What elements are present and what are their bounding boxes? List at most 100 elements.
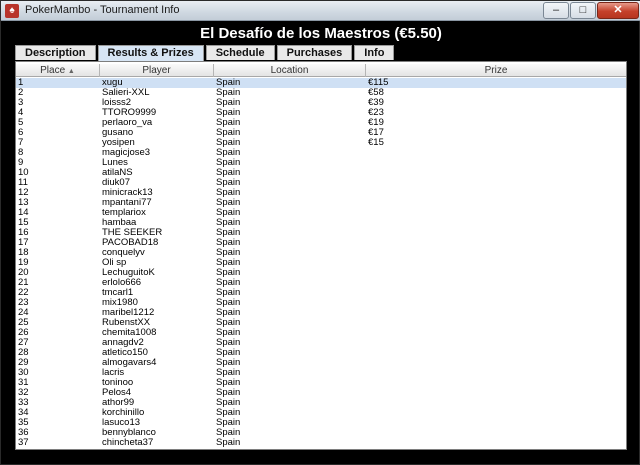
cell-place: 6 <box>18 128 24 138</box>
column-header-location[interactable]: Location <box>214 64 366 77</box>
table-row[interactable]: 29 almogavars4 Spain <box>16 358 626 368</box>
cell-location: Spain <box>216 298 241 308</box>
table-row[interactable]: 23 mix1980 Spain <box>16 298 626 308</box>
table-row[interactable]: 8 magicjose3 Spain <box>16 148 626 158</box>
table-row[interactable]: 33 athor99 Spain <box>16 398 626 408</box>
cell-prize: €15 <box>368 138 384 148</box>
table-row[interactable]: 6 gusano Spain €17 <box>16 128 626 138</box>
table-row[interactable]: 11 diuk07 Spain <box>16 178 626 188</box>
tab-description[interactable]: Description <box>15 45 96 60</box>
table-row[interactable]: 13 mpantani77 Spain <box>16 198 626 208</box>
cell-place: 7 <box>18 138 24 148</box>
table-row[interactable]: 25 RubenstXX Spain <box>16 318 626 328</box>
table-row[interactable]: 32 Pelos4 Spain <box>16 388 626 398</box>
tab-bar: Description Results & Prizes Schedule Purch… <box>15 45 396 61</box>
cell-prize: €17 <box>368 128 384 138</box>
tournament-info-window: ♠ PokerMambo - Tournament Info – □ ✕ El … <box>0 0 640 465</box>
tab-purchases[interactable]: Purchases <box>276 45 353 60</box>
cell-player: chincheta37 <box>102 438 154 448</box>
minimize-button[interactable]: – <box>543 2 569 19</box>
table-row[interactable]: 36 bennyblanco Spain <box>16 428 626 438</box>
table-row[interactable]: 9 Lunes Spain <box>16 158 626 168</box>
cell-location: Spain <box>216 168 241 178</box>
table-row[interactable]: 10 atilaNS Spain <box>16 168 626 178</box>
maximize-button[interactable]: □ <box>570 2 596 19</box>
cell-location: Spain <box>216 208 241 218</box>
tab-results-prizes[interactable]: Results & Prizes <box>97 45 204 61</box>
table-row[interactable]: 7 yosipen Spain €15 <box>16 138 626 148</box>
tab-info[interactable]: Info <box>354 45 395 60</box>
results-table-body: 1 xugu Spain €115 2 Salieri-XXL Spain €58 3 loiss… <box>16 78 626 448</box>
cell-player: diuk07 <box>102 178 130 188</box>
cell-player: chemita1008 <box>102 328 157 338</box>
cell-player: templariox <box>102 208 146 218</box>
table-row[interactable]: 37 chincheta37 Spain <box>16 438 626 448</box>
cell-location: Spain <box>216 318 241 328</box>
table-row[interactable]: 19 Oli sp Spain <box>16 258 626 268</box>
cell-place: 16 <box>18 228 29 238</box>
cell-location: Spain <box>216 128 241 138</box>
cell-place: 1 <box>18 78 24 88</box>
cell-location: Spain <box>216 388 241 398</box>
cell-player: yosipen <box>102 138 135 148</box>
table-row[interactable]: 1 xugu Spain €115 <box>16 78 626 88</box>
cell-prize: €23 <box>368 108 384 118</box>
cell-place: 9 <box>18 158 24 168</box>
cell-player: THE SEEKER <box>102 228 163 238</box>
cell-place: 11 <box>18 178 28 188</box>
title-bar[interactable]: ♠ PokerMambo - Tournament Info – □ ✕ <box>1 1 640 21</box>
cell-place: 31 <box>18 378 29 388</box>
table-row[interactable]: 15 hambaa Spain <box>16 218 626 228</box>
cell-place: 18 <box>18 248 29 258</box>
cell-player: almogavars4 <box>102 358 157 368</box>
cell-player: erlolo666 <box>102 278 142 288</box>
cell-player: Pelos4 <box>102 388 132 398</box>
table-row[interactable]: 2 Salieri-XXL Spain €58 <box>16 88 626 98</box>
table-row[interactable]: 28 atletico150 Spain <box>16 348 626 358</box>
table-row[interactable]: 31 toninoo Spain <box>16 378 626 388</box>
cell-location: Spain <box>216 118 241 128</box>
table-row[interactable]: 26 chemita1008 Spain <box>16 328 626 338</box>
cell-location: Spain <box>216 408 241 418</box>
table-row[interactable]: 22 tmcarl1 Spain <box>16 288 626 298</box>
close-button[interactable]: ✕ <box>597 2 639 19</box>
cell-player: TTORO9999 <box>102 108 157 118</box>
table-row[interactable]: 18 conquelyv Spain <box>16 248 626 258</box>
cell-location: Spain <box>216 398 241 408</box>
table-row[interactable]: 17 PACOBAD18 Spain <box>16 238 626 248</box>
table-row[interactable]: 24 maribel1212 Spain <box>16 308 626 318</box>
column-header-player[interactable]: Player <box>100 64 214 77</box>
cell-player: RubenstXX <box>102 318 151 328</box>
cell-location: Spain <box>216 218 241 228</box>
cell-location: Spain <box>216 148 241 158</box>
column-header-place[interactable]: Place ▲ <box>16 64 100 77</box>
table-row[interactable]: 21 erlolo666 Spain <box>16 278 626 288</box>
cell-place: 32 <box>18 388 29 398</box>
table-row[interactable]: 4 TTORO9999 Spain €23 <box>16 108 626 118</box>
table-row[interactable]: 35 lasuco13 Spain <box>16 418 626 428</box>
column-header-prize[interactable]: Prize <box>366 64 626 77</box>
table-row[interactable]: 34 korchinillo Spain <box>16 408 626 418</box>
tab-schedule[interactable]: Schedule <box>205 45 275 60</box>
table-row[interactable]: 5 perlaoro_va Spain €19 <box>16 118 626 128</box>
cell-place: 17 <box>18 238 29 248</box>
table-row[interactable]: 16 THE SEEKER Spain <box>16 228 626 238</box>
cell-player: maribel1212 <box>102 308 155 318</box>
cell-prize: €115 <box>368 78 389 88</box>
cell-place: 19 <box>18 258 29 268</box>
table-row[interactable]: 27 annagdv2 Spain <box>16 338 626 348</box>
table-row[interactable]: 14 templariox Spain <box>16 208 626 218</box>
tournament-heading: El Desafío de los Maestros (€5.50) <box>200 25 442 42</box>
cell-location: Spain <box>216 438 241 448</box>
cell-place: 37 <box>18 438 29 448</box>
cell-player: gusano <box>102 128 134 138</box>
cell-place: 5 <box>18 118 24 128</box>
table-row[interactable]: 3 loisss2 Spain €39 <box>16 98 626 108</box>
cell-player: bennyblanco <box>102 428 156 438</box>
table-row[interactable]: 12 minicrack13 Spain <box>16 188 626 198</box>
table-row[interactable]: 20 LechuguitoK Spain <box>16 268 626 278</box>
cell-place: 34 <box>18 408 29 418</box>
table-row[interactable]: 30 lacris Spain <box>16 368 626 378</box>
cell-prize: €19 <box>368 118 384 128</box>
cell-place: 36 <box>18 428 29 438</box>
